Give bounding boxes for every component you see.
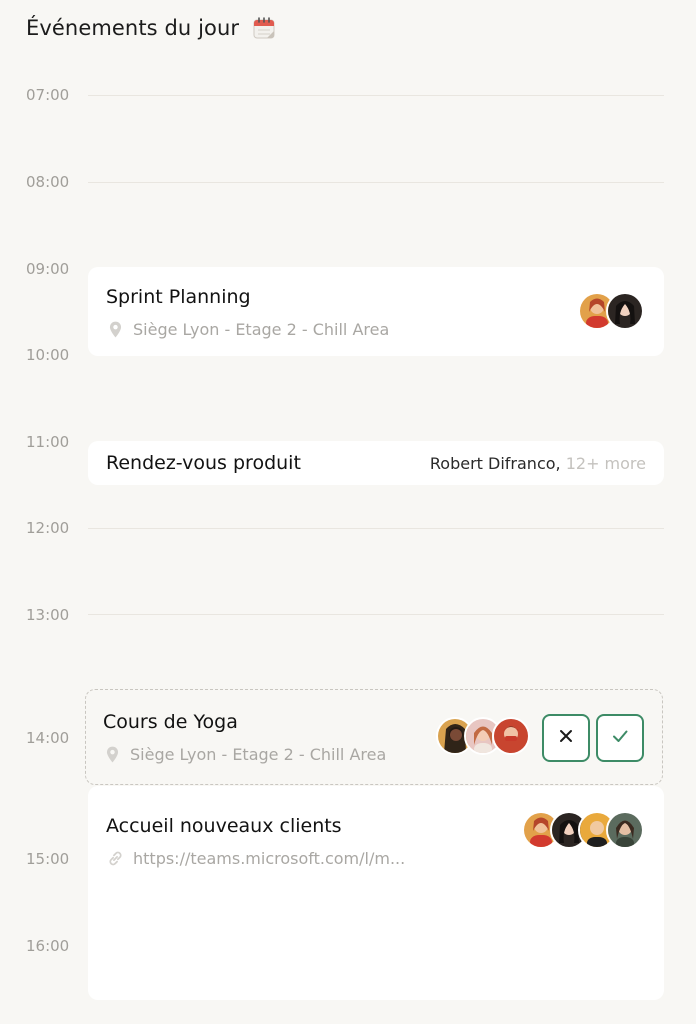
event-title: Rendez-vous produit (106, 452, 301, 474)
hour-label: 13:00 (26, 606, 70, 624)
event-link-text: https://teams.microsoft.com/l/m... (133, 849, 406, 868)
hour-label: 07:00 (26, 86, 70, 104)
event-card-cours-de-yoga[interactable]: Cours de Yoga Siège Lyon - Etage 2 - Chi… (85, 689, 663, 785)
hour-label: 12:00 (26, 519, 70, 537)
event-title: Cours de Yoga (103, 711, 238, 733)
accept-button[interactable] (596, 714, 644, 762)
hour-gridline (88, 182, 664, 183)
location-pin-icon (103, 745, 122, 764)
check-icon (611, 727, 629, 749)
event-meeting-link[interactable]: https://teams.microsoft.com/l/m... (106, 849, 405, 868)
hour-label: 08:00 (26, 173, 70, 191)
event-title: Accueil nouveaux clients (106, 815, 342, 837)
hour-label: 11:00 (26, 433, 70, 451)
location-pin-icon (106, 320, 125, 339)
event-title: Sprint Planning (106, 286, 251, 308)
event-location-text: Siège Lyon - Etage 2 - Chill Area (130, 745, 387, 764)
hour-label: 14:00 (26, 729, 70, 747)
more-attendees-link[interactable]: 12+ more (566, 454, 646, 473)
attendee-avatars[interactable] (522, 811, 644, 849)
hour-label: 09:00 (26, 260, 70, 278)
event-attendees-summary: Robert Difranco, 12+ more (430, 454, 646, 473)
hour-label: 16:00 (26, 937, 70, 955)
page-title: Événements du jour (26, 16, 240, 40)
event-location: Siège Lyon - Etage 2 - Chill Area (103, 745, 386, 764)
close-icon (558, 728, 574, 748)
event-location: Siège Lyon - Etage 2 - Chill Area (106, 320, 389, 339)
attendee-avatars[interactable] (578, 292, 644, 330)
decline-button[interactable] (542, 714, 590, 762)
header: Événements du jour (26, 16, 275, 40)
event-card-sprint-planning[interactable]: Sprint Planning Siège Lyon - Etage 2 - C… (88, 267, 664, 356)
hour-gridline (88, 95, 664, 96)
hour-label: 10:00 (26, 346, 70, 364)
attendee-name: Robert Difranco, (429, 454, 561, 473)
event-card-rendez-vous-produit[interactable]: Rendez-vous produit Robert Difranco, 12+… (88, 441, 664, 485)
avatar (606, 292, 644, 330)
avatar (606, 811, 644, 849)
hour-gridline (88, 614, 664, 615)
attendee-avatars[interactable] (436, 717, 530, 755)
day-events-page: Événements du jour 07:00 08:00 09:00 10:… (0, 0, 696, 1024)
avatar (492, 717, 530, 755)
event-location-text: Siège Lyon - Etage 2 - Chill Area (133, 320, 390, 339)
link-icon (106, 849, 125, 868)
calendar-icon (253, 17, 275, 39)
hour-gridline (88, 528, 664, 529)
event-card-accueil-nouveaux-clients[interactable]: Accueil nouveaux clients https://teams.m… (88, 786, 664, 1000)
hour-label: 15:00 (26, 850, 70, 868)
